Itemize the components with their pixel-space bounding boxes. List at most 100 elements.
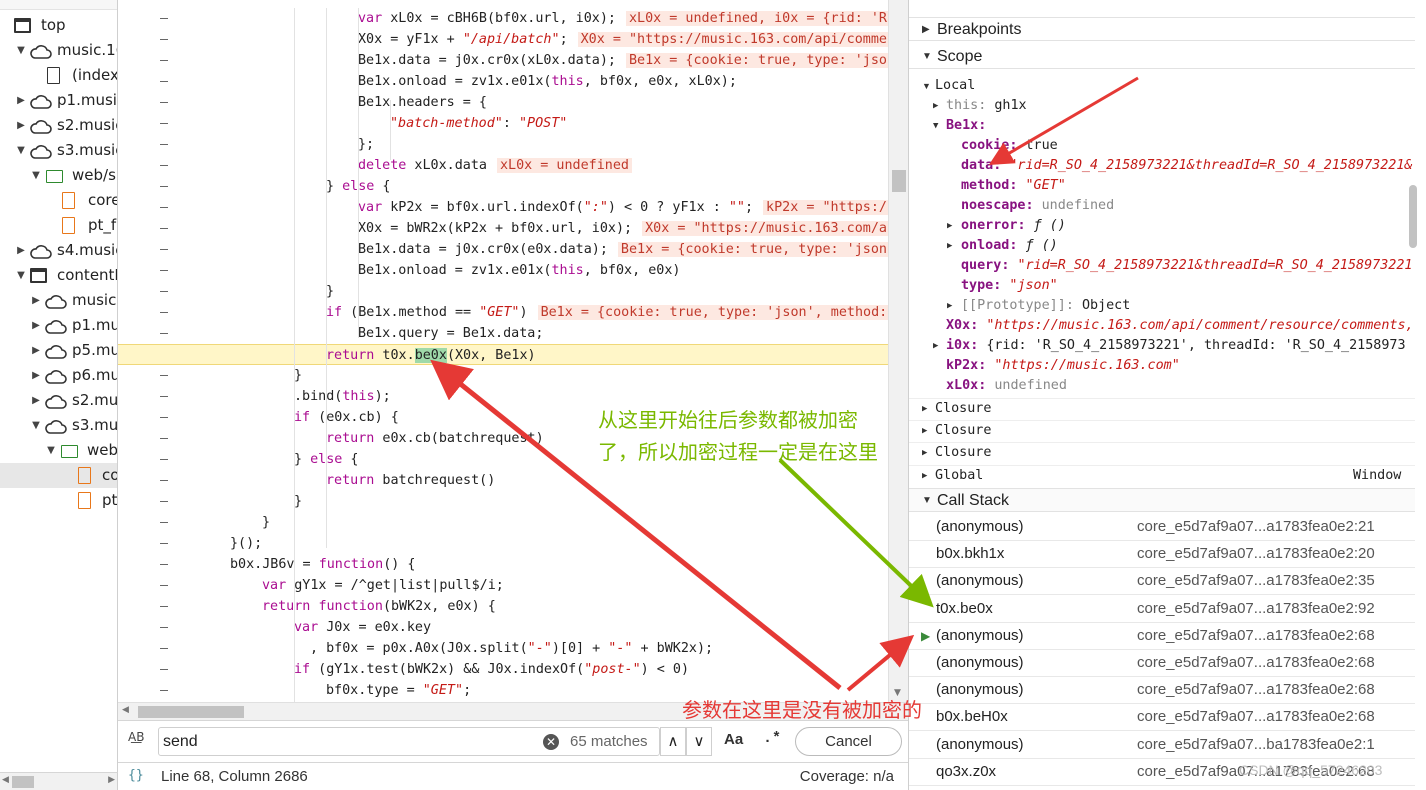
code-line[interactable]: Be1x.onload = zv1x.e01x(this, bf0x, e0x,… <box>118 71 888 92</box>
frame-location[interactable]: core_e5d7af9a07...a1783fea0e2:68 <box>1137 704 1375 730</box>
chevron-right-icon[interactable]: ▶ <box>922 443 927 463</box>
scrollbar-thumb[interactable] <box>1409 185 1417 248</box>
code-line[interactable]: return function(bWK2x, e0x) { <box>118 596 888 617</box>
chevron-down-icon[interactable]: ▼ <box>922 76 931 96</box>
frame-location[interactable]: core_e5d7af9a07...a1783fea0e2:35 <box>1137 568 1375 594</box>
pretty-print-icon[interactable]: {} <box>128 768 144 783</box>
tree-horizontal-scrollbar[interactable]: ◀ ▶ <box>0 772 118 790</box>
code-line[interactable]: "batch-method": "POST" <box>118 113 888 134</box>
tree-item-contentframe[interactable]: ▼ contentF <box>0 263 117 288</box>
code-line[interactable]: var gY1x = /^get|list|pull$/i; <box>118 575 888 596</box>
scope-var-xl0x[interactable]: xL0x: undefined <box>946 376 1067 396</box>
code-line[interactable]: } <box>118 512 888 533</box>
scroll-right-icon[interactable]: ▶ <box>108 775 115 785</box>
chevron-right-icon[interactable]: ▶ <box>31 338 41 363</box>
tree-item-pt-fr[interactable]: pt_fr <box>0 213 117 238</box>
replace-mode-icon[interactable]: A͟B <box>128 730 152 754</box>
scope-global[interactable]: ▶ Global Window <box>909 465 1415 485</box>
tree-item-s2-mu[interactable]: ▶ s2.mu <box>0 388 117 413</box>
scope-closure-3[interactable]: ▶ Closure <box>909 442 1415 462</box>
code-line-current[interactable]: return t0x.be0x(X0x, Be1x) <box>118 344 888 365</box>
call-frame[interactable]: (anonymous) core_e5d7af9a07...ba1783fea0e… <box>909 732 1415 759</box>
scrollbar-thumb[interactable] <box>892 170 906 192</box>
code-line[interactable]: X0x = yF1x + "/api/batch"; X0x = "https:/… <box>118 29 890 50</box>
scrollbar-thumb[interactable] <box>138 706 244 718</box>
tree-item-p6-mu[interactable]: ▶ p6.mu <box>0 363 117 388</box>
chevron-down-icon[interactable]: ▼ <box>46 438 56 463</box>
chevron-right-icon[interactable]: ▶ <box>947 296 952 316</box>
scroll-left-icon[interactable]: ◀ <box>2 775 9 785</box>
chevron-down-icon[interactable]: ▼ <box>31 163 41 188</box>
chevron-right-icon[interactable]: ▶ <box>16 88 26 113</box>
call-frame[interactable]: ▶ (anonymous) core_e5d7af9a07...a1783fea0e… <box>909 623 1415 650</box>
code-line[interactable]: Be1x.query = Be1x.data; <box>118 323 888 344</box>
scrollbar-thumb[interactable] <box>12 776 34 788</box>
chevron-right-icon[interactable]: ▶ <box>922 18 930 42</box>
code-line[interactable]: X0x = bWR2x(kP2x + bf0x.url, i0x); X0x = … <box>118 218 890 239</box>
chevron-down-icon[interactable]: ▼ <box>31 413 41 438</box>
chevron-down-icon[interactable]: ▼ <box>922 489 932 513</box>
frame-location[interactable]: core_e5d7af9a07...a1783fea0e2:20 <box>1137 541 1375 567</box>
frame-location[interactable]: core_e5d7af9a07...ba1783fea0e2:1 <box>1137 732 1375 758</box>
chevron-right-icon[interactable]: ▶ <box>31 313 41 338</box>
tree-item-web[interactable]: ▼ web <box>0 438 117 463</box>
call-frame[interactable]: b0x.bkh1x core_e5d7af9a07...a1783fea0e2:2… <box>909 541 1415 569</box>
frame-location[interactable]: core_e5d7af9a07...a1783fea0e2:21 <box>1137 514 1375 540</box>
prop-query[interactable]: query: "rid=R_SO_4_2158973221&threadId=R… <box>961 256 1412 276</box>
tree-item-index[interactable]: (index) <box>0 63 117 88</box>
frame-location[interactable]: core_e5d7af9a07...a1783fea0e2:68 <box>1137 650 1375 676</box>
prop-type[interactable]: type: "json" <box>961 276 1058 296</box>
prop-cookie[interactable]: cookie: true <box>961 136 1058 156</box>
call-frame[interactable]: (anonymous) core_e5d7af9a07...a1783fea0e2… <box>909 568 1415 596</box>
regex-toggle[interactable]: .* <box>763 730 781 747</box>
chevron-down-icon[interactable]: ▼ <box>16 263 26 288</box>
tree-item-web-s[interactable]: ▼ web/s <box>0 163 117 188</box>
tree-item-music163[interactable]: ▼ music.16 <box>0 38 117 63</box>
chevron-down-icon[interactable]: ▼ <box>16 138 26 163</box>
call-frame[interactable]: t0x.be0x core_e5d7af9a07...a1783fea0e2:92 <box>909 596 1415 623</box>
call-frame[interactable]: (anonymous) core_e5d7af9a07...a1783fea0e2… <box>909 514 1415 541</box>
chevron-right-icon[interactable]: ▶ <box>947 236 952 256</box>
scope-var-x0x[interactable]: X0x: "https://music.163.com/api/comment/… <box>946 316 1414 336</box>
tree-item-core[interactable]: core <box>0 188 117 213</box>
chevron-down-icon[interactable]: ▼ <box>922 45 932 69</box>
code-line[interactable]: Be1x.data = j0x.cr0x(e0x.data); Be1x = {c… <box>118 239 890 260</box>
tree-item-p5-mu[interactable]: ▶ p5.mu <box>0 338 117 363</box>
tree-item-co-selected[interactable]: co <box>0 463 117 488</box>
code-line[interactable]: if (gY1x.test(bWK2x) && J0x.indexOf("pos… <box>118 659 888 680</box>
chevron-right-icon[interactable]: ▶ <box>16 113 26 138</box>
chevron-right-icon[interactable]: ▶ <box>947 216 952 236</box>
code-line[interactable]: Be1x.headers = { <box>118 92 888 113</box>
cancel-button[interactable]: Cancel <box>795 727 902 756</box>
chevron-right-icon[interactable]: ▶ <box>922 421 927 441</box>
chevron-right-icon[interactable]: ▶ <box>933 336 938 356</box>
chevron-right-icon[interactable]: ▶ <box>933 96 938 116</box>
scope-closure-2[interactable]: ▶ Closure <box>909 420 1415 440</box>
chevron-right-icon[interactable]: ▶ <box>31 363 41 388</box>
scope-closure-1[interactable]: ▶ Closure <box>909 398 1415 418</box>
prop-data[interactable]: data: "rid=R_SO_4_2158973221&threadId=R_… <box>961 156 1412 176</box>
code-line[interactable]: Be1x.onload = zv1x.e01x(this, bf0x, e0x) <box>118 260 888 281</box>
code-editor[interactable]: var xL0x = cBH6B(bf0x.url, i0x); xL0x = u… <box>118 0 908 702</box>
prop-method[interactable]: method: "GET" <box>961 176 1066 196</box>
tree-item-music-sub[interactable]: ▶ music. <box>0 288 117 313</box>
tree-item-s2-music[interactable]: ▶ s2.music <box>0 113 117 138</box>
chevron-right-icon[interactable]: ▶ <box>922 466 927 486</box>
debugger-vertical-scrollbar[interactable] <box>1405 60 1421 790</box>
frame-location[interactable]: core_e5d7af9a07...a1783fea0e2:92 <box>1137 596 1375 622</box>
previous-match-button[interactable]: ∧ <box>660 727 686 756</box>
tree-item-s4-music[interactable]: ▶ s4.music <box>0 238 117 263</box>
code-line[interactable]: return batchrequest() <box>118 470 888 491</box>
scope-var-kp2x[interactable]: kP2x: "https://music.163.com" <box>946 356 1180 376</box>
chevron-down-icon[interactable]: ▼ <box>16 38 26 63</box>
callstack-section-header[interactable]: ▼ Call Stack <box>909 488 1415 512</box>
code-line[interactable]: b0x.JB6v = function() { <box>118 554 888 575</box>
code-line[interactable]: delete xL0x.data xL0x = undefined <box>118 155 888 176</box>
tree-item-top[interactable]: top <box>0 13 117 38</box>
call-frame[interactable]: b0x.beH0x core_e5d7af9a07...a1783fea0e2:6… <box>909 704 1415 732</box>
frame-location[interactable]: core_e5d7af9a07...a1783fea0e2:68 <box>1137 677 1375 703</box>
editor-vertical-scrollbar[interactable]: ▼ <box>888 0 908 702</box>
code-line[interactable]: } <box>118 365 888 386</box>
breakpoints-section-header[interactable]: ▶ Breakpoints <box>909 17 1415 41</box>
code-line[interactable]: var J0x = e0x.key <box>118 617 888 638</box>
